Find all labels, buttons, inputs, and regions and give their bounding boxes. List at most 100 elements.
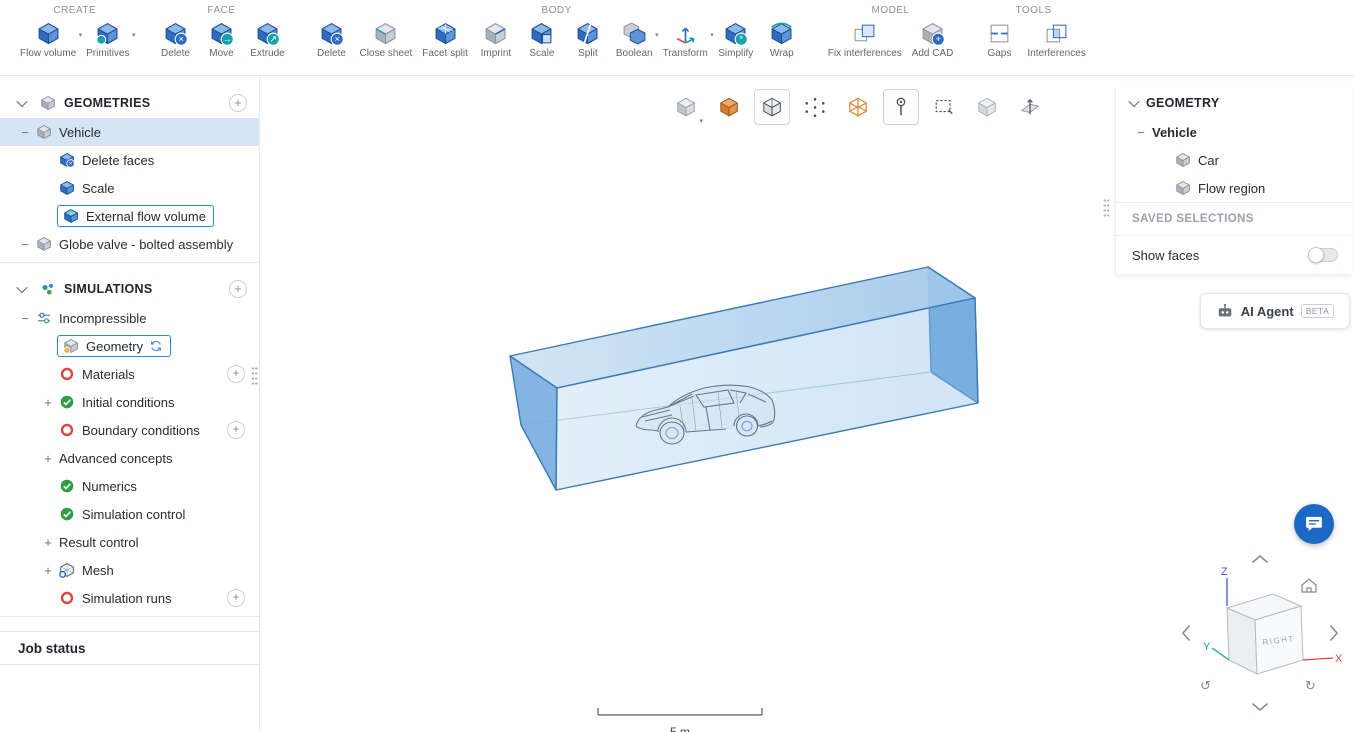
simulations-item-initial-conditions[interactable]: +Initial conditions bbox=[0, 388, 259, 416]
chat-icon bbox=[1304, 514, 1324, 534]
simulations-item-mesh[interactable]: + Mesh bbox=[0, 556, 259, 584]
chevron-down-icon[interactable] bbox=[1128, 96, 1139, 107]
simulations-item-numerics[interactable]: Numerics bbox=[0, 472, 259, 500]
chevron-down-icon[interactable]: ▾ bbox=[699, 117, 703, 125]
view-box-select-button[interactable] bbox=[926, 89, 962, 125]
toolbar-close-sheet-button[interactable]: Close sheet bbox=[354, 18, 417, 60]
toolbar-interferences-button[interactable]: Interferences bbox=[1022, 18, 1090, 60]
geometries-item-delete-faces[interactable]: ×Delete faces bbox=[0, 146, 259, 174]
orientation-widget[interactable]: ↺ ↻ RIGHT Z Y X bbox=[1175, 548, 1345, 718]
expand-toggle[interactable]: + bbox=[44, 536, 52, 549]
toolbar-move-button[interactable]: →Move bbox=[198, 18, 244, 60]
view-view-cube-button[interactable]: ▾ bbox=[668, 89, 704, 125]
toolbar-group-label: CREATE bbox=[15, 3, 134, 18]
simulations-item-boundary-conditions[interactable]: Boundary conditions + bbox=[0, 416, 259, 444]
add-simulation-button[interactable]: + bbox=[229, 280, 247, 298]
geometries-item-external-flow-volume[interactable]: External flow volume bbox=[0, 202, 259, 230]
simulations-item-geometry[interactable]: !Geometry bbox=[0, 332, 259, 360]
svg-text:→: → bbox=[223, 34, 232, 44]
expand-toggle[interactable]: + bbox=[44, 564, 52, 577]
toolbar-flow-volume-button[interactable]: ▾Flow volume bbox=[15, 18, 81, 60]
right-panel-resize-handle[interactable] bbox=[1103, 198, 1110, 218]
toolbar-button-label: Delete bbox=[161, 48, 190, 59]
left-sidebar: GEOMETRIES + −Vehicle×Delete faces Scale E… bbox=[0, 76, 260, 732]
left-panel-resize-handle[interactable] bbox=[251, 366, 258, 386]
simulations-item-materials[interactable]: Materials+ bbox=[0, 360, 259, 388]
chevron-down-icon[interactable] bbox=[16, 96, 27, 107]
view-wireframe-button[interactable] bbox=[840, 89, 876, 125]
x-axis-label: X bbox=[1335, 653, 1343, 665]
geometries-title: GEOMETRIES bbox=[64, 96, 229, 110]
facet-split-icon bbox=[433, 21, 458, 46]
geometries-item-vehicle[interactable]: −Vehicle bbox=[0, 118, 259, 146]
view-vertices-button[interactable] bbox=[797, 89, 833, 125]
simulations-item-result-control[interactable]: +Result control bbox=[0, 528, 259, 556]
view-shaded-edges-button[interactable] bbox=[754, 89, 790, 125]
tree-item-label: Boundary conditions bbox=[82, 423, 200, 438]
toolbar-button-label: Extrude bbox=[250, 48, 284, 59]
scene-item-car[interactable]: Car bbox=[1116, 146, 1352, 174]
sync-icon[interactable] bbox=[149, 339, 163, 353]
toolbar-simplify-button[interactable]: *Simplify bbox=[713, 18, 759, 60]
toolbar-add-cad-button[interactable]: +Add CAD bbox=[907, 18, 959, 60]
toolbar-facet-split-button[interactable]: Facet split bbox=[417, 18, 473, 60]
geometries-item-globe-valve-bolted-assembly[interactable]: −Globe valve - bolted assembly bbox=[0, 230, 259, 258]
geometries-item-scale[interactable]: Scale bbox=[0, 174, 259, 202]
scene-item-flow-region[interactable]: Flow region bbox=[1116, 174, 1352, 202]
expand-toggle[interactable]: + bbox=[44, 396, 52, 409]
chat-support-button[interactable] bbox=[1294, 504, 1334, 544]
chevron-down-icon[interactable] bbox=[16, 282, 27, 293]
toolbar-wrap-button[interactable]: Wrap bbox=[759, 18, 805, 60]
face-extrude-icon: ↗ bbox=[255, 21, 280, 46]
view-section-plane-button[interactable] bbox=[1012, 89, 1048, 125]
toolbar-split-button[interactable]: Split bbox=[565, 18, 611, 60]
view-shaded-button[interactable] bbox=[711, 89, 747, 125]
simulations-item-advanced-concepts[interactable]: +Advanced concepts bbox=[0, 444, 259, 472]
add-geometry-button[interactable]: + bbox=[229, 94, 247, 112]
toolbar-scale-button[interactable]: Scale bbox=[519, 18, 565, 60]
show-faces-toggle[interactable] bbox=[1308, 248, 1338, 262]
tree-item-label: External flow volume bbox=[86, 209, 206, 224]
toolbar-button-label: Gaps bbox=[987, 48, 1011, 59]
collapse-toggle[interactable]: − bbox=[1137, 126, 1145, 139]
collapse-toggle[interactable]: − bbox=[21, 238, 29, 251]
collapse-toggle[interactable]: − bbox=[21, 312, 29, 325]
add-materials-button[interactable]: + bbox=[227, 365, 245, 383]
view-probe-button[interactable] bbox=[883, 89, 919, 125]
scene-item-vehicle[interactable]: −Vehicle bbox=[1116, 118, 1352, 146]
status-done-icon bbox=[59, 394, 75, 410]
toolbar-transform-button[interactable]: ▾Transform bbox=[658, 18, 713, 60]
toolbar-button-label: Scale bbox=[529, 48, 554, 59]
add-boundary-conditions-button[interactable]: + bbox=[227, 421, 245, 439]
geometry-panel-header[interactable]: GEOMETRY bbox=[1116, 88, 1352, 118]
face-delete-icon: × bbox=[163, 21, 188, 46]
geometry-icon bbox=[36, 236, 52, 252]
view-transparent-button[interactable] bbox=[969, 89, 1005, 125]
geometries-header[interactable]: GEOMETRIES + bbox=[0, 88, 259, 118]
job-status[interactable]: Job status bbox=[0, 631, 259, 665]
toolbar-imprint-button[interactable]: Imprint bbox=[473, 18, 519, 60]
toolbar-button-label: Primitives bbox=[86, 48, 129, 59]
expand-toggle[interactable]: + bbox=[44, 452, 52, 465]
toolbar-gaps-button[interactable]: Gaps bbox=[976, 18, 1022, 60]
toolbar-fix-interferences-button[interactable]: Fix interferences bbox=[823, 18, 907, 60]
toolbar-delete-button[interactable]: × Delete bbox=[152, 18, 198, 60]
wrap-icon bbox=[769, 21, 794, 46]
simulations-header[interactable]: SIMULATIONS + bbox=[0, 274, 259, 304]
toolbar-boolean-button[interactable]: ▾Boolean bbox=[611, 18, 658, 60]
tree-item-label: Mesh bbox=[82, 563, 114, 578]
simulations-item-simulation-control[interactable]: Simulation control bbox=[0, 500, 259, 528]
tree-item-label: Numerics bbox=[82, 479, 137, 494]
toolbar-extrude-button[interactable]: ↗ Extrude bbox=[244, 18, 290, 60]
top-toolbar: CREATE▾Flow volume▾PrimitivesFACE×Delete… bbox=[0, 0, 1354, 76]
toolbar-primitives-button[interactable]: ▾ Primitives bbox=[81, 18, 134, 60]
toolbar-button-label: Delete bbox=[317, 48, 346, 59]
chevron-down-icon[interactable]: ▾ bbox=[132, 31, 136, 39]
add-simulation-runs-button[interactable]: + bbox=[227, 589, 245, 607]
simulations-item-incompressible[interactable]: −Incompressible bbox=[0, 304, 259, 332]
collapse-toggle[interactable]: − bbox=[21, 126, 29, 139]
toolbar-delete-button[interactable]: ×Delete bbox=[308, 18, 354, 60]
simulations-item-simulation-runs[interactable]: Simulation runs+ bbox=[0, 584, 259, 612]
tree-item-label: Scale bbox=[82, 181, 115, 196]
ai-agent-button[interactable]: AI Agent BETA bbox=[1200, 293, 1350, 329]
